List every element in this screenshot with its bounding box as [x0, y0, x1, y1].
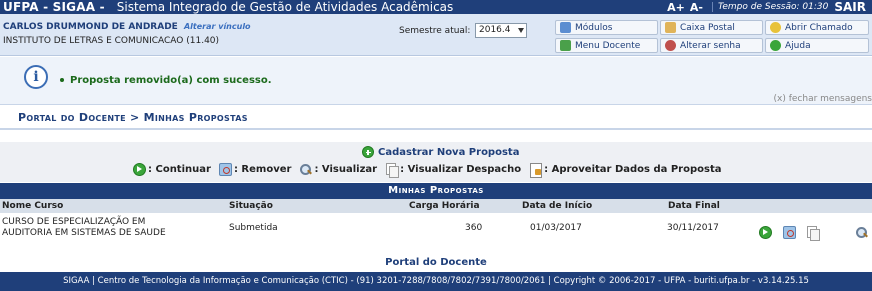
cell-status: Submetida: [229, 223, 278, 233]
bullet-icon: [60, 78, 64, 82]
footer: SIGAA | Centro de Tecnologia da Informaç…: [0, 272, 872, 291]
course-name-line-1: CURSO DE ESPECIALIZAÇÃO EM: [2, 217, 146, 227]
cell-end: 30/11/2017: [667, 223, 719, 233]
header-name: Nome Curso: [2, 201, 64, 211]
system-name: Sistema Integrado de Gestão de Atividade…: [116, 0, 454, 14]
logout-button[interactable]: SAIR: [834, 0, 866, 14]
legend-continue: : Continuar: [133, 163, 211, 176]
font-increase-button[interactable]: A+: [667, 1, 685, 14]
mailbox-icon: [665, 22, 676, 33]
header-end: Data Final: [668, 201, 720, 211]
user-key-icon: [665, 40, 676, 51]
table-row: CURSO DE ESPECIALIZAÇÃO EM AUDITORIA EM …: [0, 213, 872, 253]
remove-button[interactable]: [783, 226, 796, 239]
semester-label: Semestre atual:: [399, 26, 471, 36]
legend-reuse-label: : Aproveitar Dados da Proposta: [544, 164, 722, 175]
cell-start: 01/03/2017: [530, 223, 582, 233]
open-ticket-label: Abrir Chamado: [785, 22, 853, 33]
mailbox-button[interactable]: Caixa Postal: [660, 20, 763, 35]
change-password-label: Alterar senha: [680, 40, 741, 51]
help-icon: [770, 40, 781, 51]
top-bar-right: A+ A- Tempo de Sessão: 01:30 SAIR: [667, 0, 872, 14]
user-name: CARLOS DRUMMOND DE ANDRADE: [3, 22, 178, 32]
user-info-band: CARLOS DRUMMOND DE ANDRADE Alterar víncu…: [0, 14, 872, 56]
view-dispatch-button[interactable]: [806, 226, 820, 241]
menu-tree-icon: [560, 40, 571, 51]
actions-area: Cadastrar Nova Proposta : Continuar : Re…: [0, 142, 872, 182]
continue-icon: [133, 163, 146, 176]
legend-view-dispatch: : Visualizar Despacho: [385, 163, 522, 178]
session-timer: Tempo de Sessão: 01:30: [711, 2, 828, 12]
continue-button[interactable]: [759, 226, 772, 239]
header-status: Situação: [229, 201, 273, 211]
ticket-icon: [770, 22, 781, 33]
semester-select[interactable]: 2016.4: [475, 23, 527, 38]
brand-title: UFPA - SIGAA -: [3, 0, 105, 14]
menu-docente-label: Menu Docente: [575, 40, 641, 51]
chevron-down-icon: [518, 28, 524, 33]
modules-icon: [560, 22, 571, 33]
institute-name: INSTITUTO DE LETRAS E COMUNICACAO (11.40…: [3, 36, 220, 46]
documents-icon: [385, 163, 400, 178]
top-bar: UFPA - SIGAA - Sistema Integrado de Gest…: [0, 0, 872, 14]
success-message-text: Proposta removido(a) com sucesso.: [70, 75, 272, 86]
legend-view-dispatch-label: : Visualizar Despacho: [400, 164, 522, 175]
header-start: Data de Início: [522, 201, 593, 211]
open-ticket-button[interactable]: Abrir Chamado: [765, 20, 869, 35]
success-message: Proposta removido(a) com sucesso.: [60, 75, 272, 86]
close-messages-link[interactable]: (x) fechar mensagens: [774, 94, 872, 104]
semester-value: 2016.4: [479, 25, 511, 35]
legend-remove-label: : Remover: [233, 164, 292, 175]
header-hours: Carga Horária: [409, 201, 480, 211]
legend-view: : Visualizar: [299, 163, 377, 176]
help-button[interactable]: Ajuda: [765, 38, 869, 53]
help-label: Ajuda: [785, 40, 811, 51]
legend-continue-label: : Continuar: [148, 164, 211, 175]
icon-legend: : Continuar : Remover : Visualizar : Vis…: [133, 163, 729, 178]
proposals-table: Minhas Propostas Nome Curso Situação Car…: [0, 183, 872, 253]
table-header: Nome Curso Situação Carga Horária Data d…: [0, 199, 872, 213]
legend-remove: : Remover: [218, 163, 292, 176]
cell-course-name: CURSO DE ESPECIALIZAÇÃO EM AUDITORIA EM …: [2, 217, 202, 239]
magnifier-icon: [299, 163, 312, 176]
message-box: i Proposta removido(a) com sucesso. (x) …: [0, 57, 872, 105]
course-name-line-2: AUDITORIA EM SISTEMAS DE SAUDE: [2, 228, 166, 238]
breadcrumb: Portal do Docente > Minhas Propostas: [0, 106, 872, 130]
form-icon: [529, 163, 543, 178]
cell-hours: 360: [465, 223, 483, 233]
view-button[interactable]: [855, 226, 868, 239]
breadcrumb-text: Portal do Docente > Minhas Propostas: [18, 111, 248, 124]
menu-docente-button[interactable]: Menu Docente: [555, 38, 658, 53]
modules-button[interactable]: Módulos: [555, 20, 658, 35]
table-caption: Minhas Propostas: [0, 183, 872, 199]
info-icon: i: [24, 65, 48, 89]
portal-docente-link[interactable]: Portal do Docente: [0, 257, 872, 268]
add-icon: [362, 146, 374, 158]
new-proposal-label: Cadastrar Nova Proposta: [378, 146, 520, 158]
change-password-button[interactable]: Alterar senha: [660, 38, 763, 53]
font-decrease-button[interactable]: A-: [690, 1, 703, 14]
mailbox-label: Caixa Postal: [680, 22, 735, 33]
trash-icon: [218, 163, 232, 176]
new-proposal-link[interactable]: Cadastrar Nova Proposta: [362, 146, 519, 158]
change-link[interactable]: Alterar vínculo: [184, 22, 251, 31]
legend-reuse: : Aproveitar Dados da Proposta: [529, 163, 722, 178]
modules-label: Módulos: [575, 22, 613, 33]
spacer: [0, 132, 872, 142]
legend-view-label: : Visualizar: [314, 164, 378, 175]
user-name-line: CARLOS DRUMMOND DE ANDRADE Alterar víncu…: [3, 22, 251, 32]
